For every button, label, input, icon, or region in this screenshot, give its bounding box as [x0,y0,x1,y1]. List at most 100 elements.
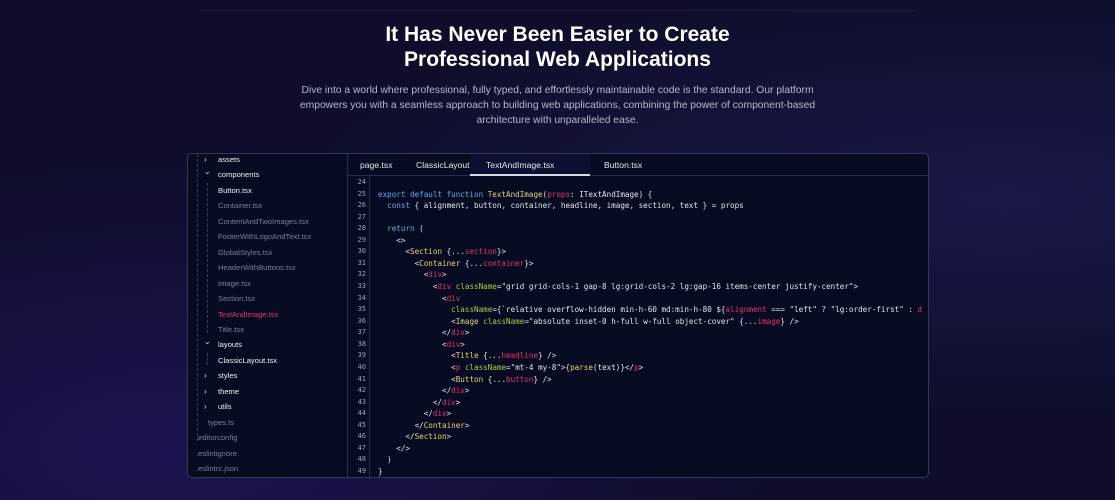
code-line: ) [378,454,392,466]
code-token: > [446,432,452,442]
code-token: < [378,282,438,292]
code-line: </div> [378,397,460,409]
code-line: <Container {...container}> [378,258,534,270]
code-token: : ITextAndImage) { [570,189,653,199]
code-line: </div> [378,385,469,397]
file-explorer: › assets ⌄ components Button.tsx Container.ts… [188,154,348,477]
code-token: </> [378,443,411,453]
code-token: button [506,374,534,384]
code-token: > [638,362,644,372]
code-token: </ [378,420,424,430]
code-token: className [451,305,493,315]
tree-item-classiclayout-tsx[interactable]: ClassicLayout.tsx [218,355,277,367]
line-number: 47 [357,443,366,452]
code-line: <div> [378,339,465,351]
title-line-2: Professional Web Applications [404,48,711,71]
code-token: {... [460,258,484,268]
tree-item--eslintignore[interactable]: .eslintignore [196,448,237,460]
tree-item-image-tsx[interactable]: Image.tsx [218,278,251,290]
tree-item-theme[interactable]: theme [218,386,239,398]
divider [200,10,915,11]
tree-item-types-ts[interactable]: types.ts [208,417,234,429]
code-token: </ [378,328,452,338]
line-number: 38 [357,339,366,348]
code-token: < [378,339,447,349]
tree-item-contentandtwoimages-tsx[interactable]: ContentAndTwoImages.tsx [218,216,309,228]
chevron-right-icon[interactable]: › [204,370,207,382]
chevron-down-icon[interactable]: ⌄ [204,336,211,348]
line-number: 36 [357,316,366,325]
line-number: 30 [357,247,366,256]
line-number: 32 [357,270,366,279]
code-token: < [378,293,447,303]
code-token: Image [455,316,479,326]
tree-item-headerwithbuttons-tsx[interactable]: HeaderWithButtons.tsx [218,262,296,274]
code-token: } [378,467,383,476]
code-token: <> [378,235,406,245]
tree-item-title-tsx[interactable]: Title.tsx [218,324,244,336]
code-token: TextAndImage [487,189,543,199]
tree-item-utils[interactable]: utils [218,401,232,413]
chevron-right-icon[interactable]: › [204,154,207,166]
code-line: <Title {...headline} /> [378,350,556,362]
tree-item-button-tsx[interactable]: Button.tsx [218,185,252,197]
tree-item-container-tsx[interactable]: Container.tsx [218,200,262,212]
code-line: <> [378,235,405,247]
code-token: < [378,351,456,361]
line-number: 27 [357,212,366,221]
tree-item-textandimage-tsx[interactable]: TextAndImage.tsx [218,309,278,321]
line-number: 42 [357,386,366,395]
code-line: </Container> [378,420,470,432]
code-token: </ [378,409,433,419]
code-line: <Button {...button} /> [378,374,552,386]
code-line: </Section> [378,431,451,443]
page-subtitle: Dive into a world where professional, fu… [299,85,816,126]
chevron-down-icon[interactable]: ⌄ [204,166,211,178]
tree-item-components[interactable]: components [218,169,259,181]
code-token: className [455,282,497,292]
tree-guide [207,353,208,365]
tree-item-layouts[interactable]: layouts [218,339,242,351]
code-token: > [446,409,452,419]
tab-button-tsx[interactable]: Button.tsx [604,154,642,176]
code-token: parse [570,362,593,372]
code-token: > [442,270,447,280]
tree-item-styles[interactable]: styles [218,370,237,382]
code-area: 24 25 export default function TextAndImage… [348,176,928,477]
tab-textandimage-tsx[interactable]: TextAndImage.tsx [470,154,590,176]
line-number: 31 [357,258,366,267]
code-token: { alignment, button, container, headline… [410,201,744,211]
tree-item--eslintrc-json[interactable]: .eslintrc.json [196,463,238,475]
tree-item-assets[interactable]: assets [218,154,240,166]
code-token: div [437,282,452,292]
code-line: className={`relative overflow-hidden min… [378,304,922,316]
code-token: > [464,420,470,430]
code-token: div [446,339,461,349]
code-token: > [455,397,461,407]
line-number: 49 [357,467,366,475]
chevron-right-icon[interactable]: › [204,386,207,398]
tree-item-footerwithlogoandtext-tsx[interactable]: FooterWithLogoAndText.tsx [218,231,311,243]
code-token: < [378,316,456,326]
code-token: const [387,201,411,211]
code-token: div [428,270,443,280]
tree-item--editorconfig[interactable]: .editorconfig [196,432,237,444]
line-number: 39 [357,351,366,360]
code-token: Section [414,432,447,442]
tab-page-tsx[interactable]: page.tsx [360,154,393,176]
code-token: div [432,409,447,419]
chevron-right-icon[interactable]: › [204,401,207,413]
code-token: Section [410,247,443,257]
code-token: {... [483,374,507,384]
tree-item-globalstyles-tsx[interactable]: GlobalStyles.tsx [218,247,272,259]
code-line: export default function TextAndImage(pro… [378,189,652,201]
code-token: }> [496,247,507,257]
line-number: 26 [357,201,366,210]
code-line: </> [378,443,410,455]
code-line: <div> [378,269,447,281]
line-number: 40 [357,362,366,371]
code-token: container [483,258,525,268]
editor-tabs: page.tsx ClassicLayout.tsx TextAndImage.ts… [348,154,928,176]
tree-item-section-tsx[interactable]: Section.tsx [218,293,255,305]
code-token: < [378,270,429,280]
